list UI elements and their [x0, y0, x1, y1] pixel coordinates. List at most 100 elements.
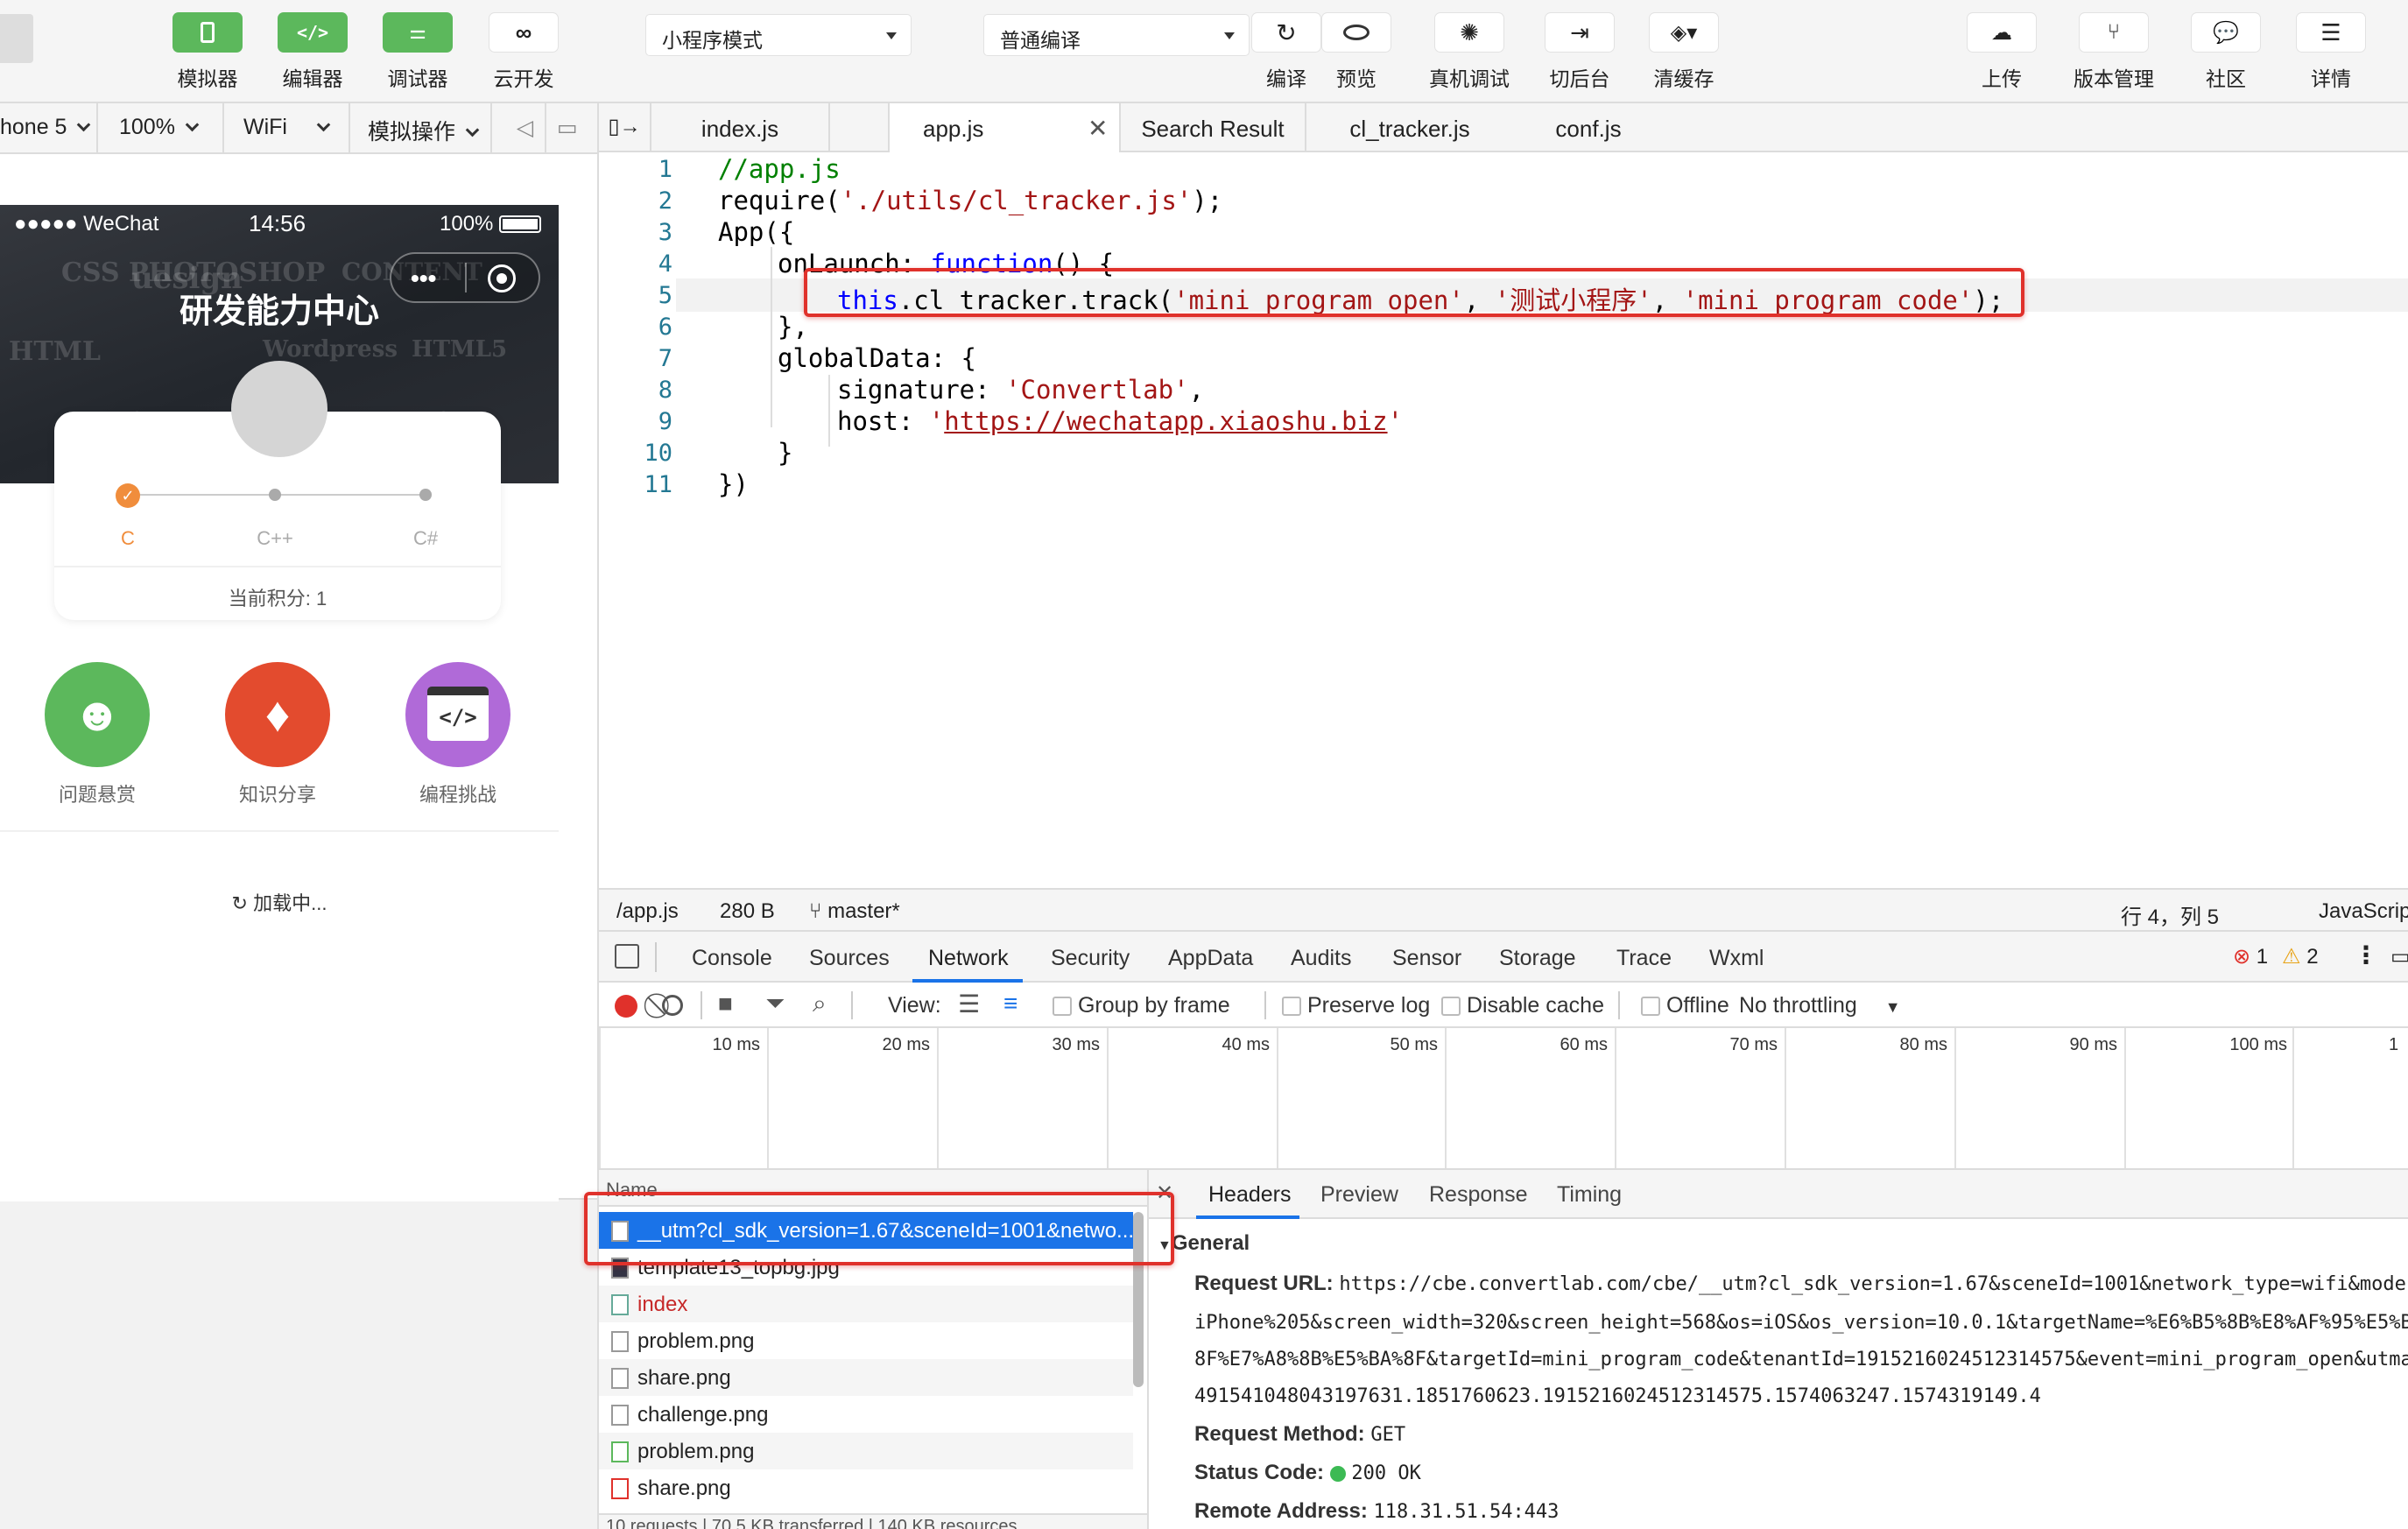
code-editor[interactable]: 1 2 3 4 5 6 7 8 9 10 11 //app.js require… — [599, 152, 2408, 888]
tab-label: app.js — [923, 116, 984, 142]
menu-icon: ☰ — [2320, 18, 2341, 46]
mode-select-value: 小程序模式 — [662, 29, 763, 52]
camera-icon[interactable]: ■ — [718, 990, 733, 1018]
close-icon[interactable]: ✕ — [1088, 114, 1108, 143]
devtools-tab-trace[interactable]: Trace — [1616, 946, 1672, 971]
inspect-element-icon[interactable] — [615, 944, 639, 969]
devtools-tab-storage[interactable]: Storage — [1499, 946, 1576, 971]
devtools-tab-appdata[interactable]: AppData — [1168, 946, 1253, 971]
filter-icon[interactable]: ⏷ — [765, 990, 785, 1018]
editor-button[interactable]: </> 编辑器 — [264, 12, 361, 92]
upload-button[interactable]: ☁ 上传 — [1954, 12, 2050, 92]
close-mini-program-icon[interactable] — [488, 264, 516, 292]
tab-cl-tracker-js[interactable]: cl_tracker.js — [1306, 103, 1513, 152]
preview-button[interactable]: 预览 — [1308, 12, 1405, 92]
request-row[interactable]: share.png — [599, 1469, 1133, 1506]
detail-tab-timing[interactable]: Timing — [1557, 1182, 1622, 1208]
cloud-link-icon: ∞ — [515, 18, 532, 46]
real-device-debug-button[interactable]: ✺ 真机调试 — [1420, 12, 1518, 92]
tab-index-js[interactable]: index.js — [651, 103, 830, 152]
error-count-badge[interactable]: ⊗ 1 — [2233, 944, 2268, 969]
group-by-frame-checkbox[interactable]: Group by frame — [1053, 993, 1230, 1018]
timeline-tick: 10 ms — [712, 1035, 760, 1054]
detail-tab-response[interactable]: Response — [1429, 1182, 1528, 1208]
compile-select[interactable]: 普通编译 — [983, 14, 1250, 56]
waterfall-view-icon[interactable]: ≡ — [1003, 990, 1017, 1018]
tab-search-result[interactable]: Search Result — [1121, 103, 1306, 152]
capsule-menu[interactable]: ••• — [390, 252, 540, 303]
throttling-select[interactable]: No throttling ▼ — [1739, 993, 1901, 1018]
tab-conf-js[interactable]: conf.js — [1513, 103, 1664, 152]
detail-tab-preview[interactable]: Preview — [1320, 1182, 1398, 1208]
code-link[interactable]: https://wechatapp.xiaoshu.biz — [944, 406, 1387, 436]
network-select-value: WiFi — [243, 115, 287, 139]
zoom-select[interactable]: 100% — [100, 103, 224, 152]
devtools-tab-wxml[interactable]: Wxml — [1709, 946, 1764, 971]
background-button[interactable]: ⇥ 切后台 — [1531, 12, 1628, 92]
devtools-tab-sensor[interactable]: Sensor — [1392, 946, 1461, 971]
request-name: index — [637, 1293, 688, 1316]
preserve-log-checkbox[interactable]: Preserve log — [1264, 993, 1430, 1018]
tab-app-js[interactable]: app.js ✕ — [888, 103, 1121, 154]
devtools-tab-network[interactable]: Network — [928, 946, 1009, 971]
cloud-dev-button[interactable]: ∞ 云开发 — [475, 12, 572, 92]
warning-count-badge[interactable]: ⚠ 2 — [2282, 944, 2319, 969]
code-line-11: }) — [718, 469, 749, 499]
status-size: 280 B — [720, 899, 775, 923]
network-select[interactable]: WiFi — [226, 103, 350, 152]
status-branch[interactable]: ⑂ master* — [809, 899, 900, 924]
avatar[interactable] — [0, 14, 33, 63]
eye-icon — [1343, 25, 1369, 40]
request-row[interactable]: index — [599, 1286, 1133, 1322]
dock-icon[interactable]: ▭ — [2390, 944, 2408, 969]
devtools-tab-audits[interactable]: Audits — [1291, 946, 1351, 971]
simulate-operation-select[interactable]: 模拟操作 — [352, 103, 492, 152]
search-icon[interactable]: ⌕ — [813, 990, 827, 1018]
status-language[interactable]: JavaScrip — [2319, 899, 2408, 924]
sidebar-toggle-button[interactable]: ▯→ — [599, 103, 651, 152]
device-select[interactable]: hone 5 — [0, 103, 98, 152]
request-row[interactable]: problem.png — [599, 1322, 1133, 1359]
request-url-row: iPhone%205&screen_width=320&screen_heigh… — [1194, 1310, 2408, 1335]
feature-coding-challenge[interactable]: </> 编程挑战 — [401, 662, 515, 807]
devtools-tab-security[interactable]: Security — [1051, 946, 1130, 971]
compile-select-value: 普通编译 — [1000, 29, 1081, 52]
status-cursor-position[interactable]: 行 4，列 5 — [2121, 899, 2219, 930]
feature-problem-bounty[interactable]: ☻ 问题悬赏 — [40, 662, 154, 807]
more-options-icon[interactable]: ⋮ — [2354, 941, 2378, 969]
debugger-button[interactable]: ⚌ 调试器 — [370, 12, 466, 92]
version-management-button[interactable]: ⑂ 版本管理 — [2065, 12, 2163, 92]
details-button[interactable]: ☰ 详情 — [2283, 12, 2379, 92]
volume-button[interactable]: ◁ — [494, 103, 546, 152]
carrier-label: ●●●●● WeChat — [14, 212, 159, 236]
feature-knowledge-share[interactable]: ♦ 知识分享 — [221, 662, 334, 807]
timeline-tick: 100 ms — [2229, 1035, 2287, 1054]
clear-cache-button[interactable]: ◈▾ 清缓存 — [1636, 12, 1732, 92]
network-timeline[interactable]: 10 ms 20 ms 30 ms 40 ms 50 ms 60 ms 70 m… — [599, 1028, 2408, 1170]
offline-checkbox[interactable]: Offline — [1618, 993, 1729, 1018]
devtools-tab-console[interactable]: Console — [692, 946, 772, 971]
line-number: 11 — [644, 471, 672, 498]
disable-cache-checkbox[interactable]: Disable cache — [1431, 993, 1604, 1018]
record-icon[interactable] — [615, 995, 637, 1018]
list-view-icon[interactable]: ☰ — [958, 990, 980, 1018]
diamond-icon: ♦ — [225, 662, 330, 767]
request-name: challenge.png — [637, 1403, 769, 1427]
community-button[interactable]: 💬 社区 — [2178, 12, 2274, 92]
layers-icon: ◈▾ — [1670, 20, 1698, 45]
request-url-value: 8F%E7%A8%8B%E5%BA%8F&targetId=mini_progr… — [1194, 1349, 2408, 1370]
avatar[interactable] — [231, 361, 327, 457]
detail-tab-headers[interactable]: Headers — [1208, 1182, 1292, 1208]
request-row[interactable]: share.png — [599, 1359, 1133, 1396]
code-line-7: globalData: { — [778, 343, 976, 373]
devtools-tab-sources[interactable]: Sources — [809, 946, 890, 971]
request-row[interactable]: challenge.png — [599, 1396, 1133, 1433]
mode-select[interactable]: 小程序模式 — [645, 14, 912, 56]
simulator-button[interactable]: 模拟器 — [159, 12, 256, 92]
step-label-cpp: C++ — [257, 527, 293, 549]
code-token: ); — [1192, 186, 1223, 215]
request-row[interactable]: problem.png — [599, 1433, 1133, 1469]
popout-button[interactable]: ▭ — [548, 103, 599, 152]
more-icon[interactable]: ••• — [411, 264, 436, 292]
line-number: 8 — [658, 377, 672, 404]
